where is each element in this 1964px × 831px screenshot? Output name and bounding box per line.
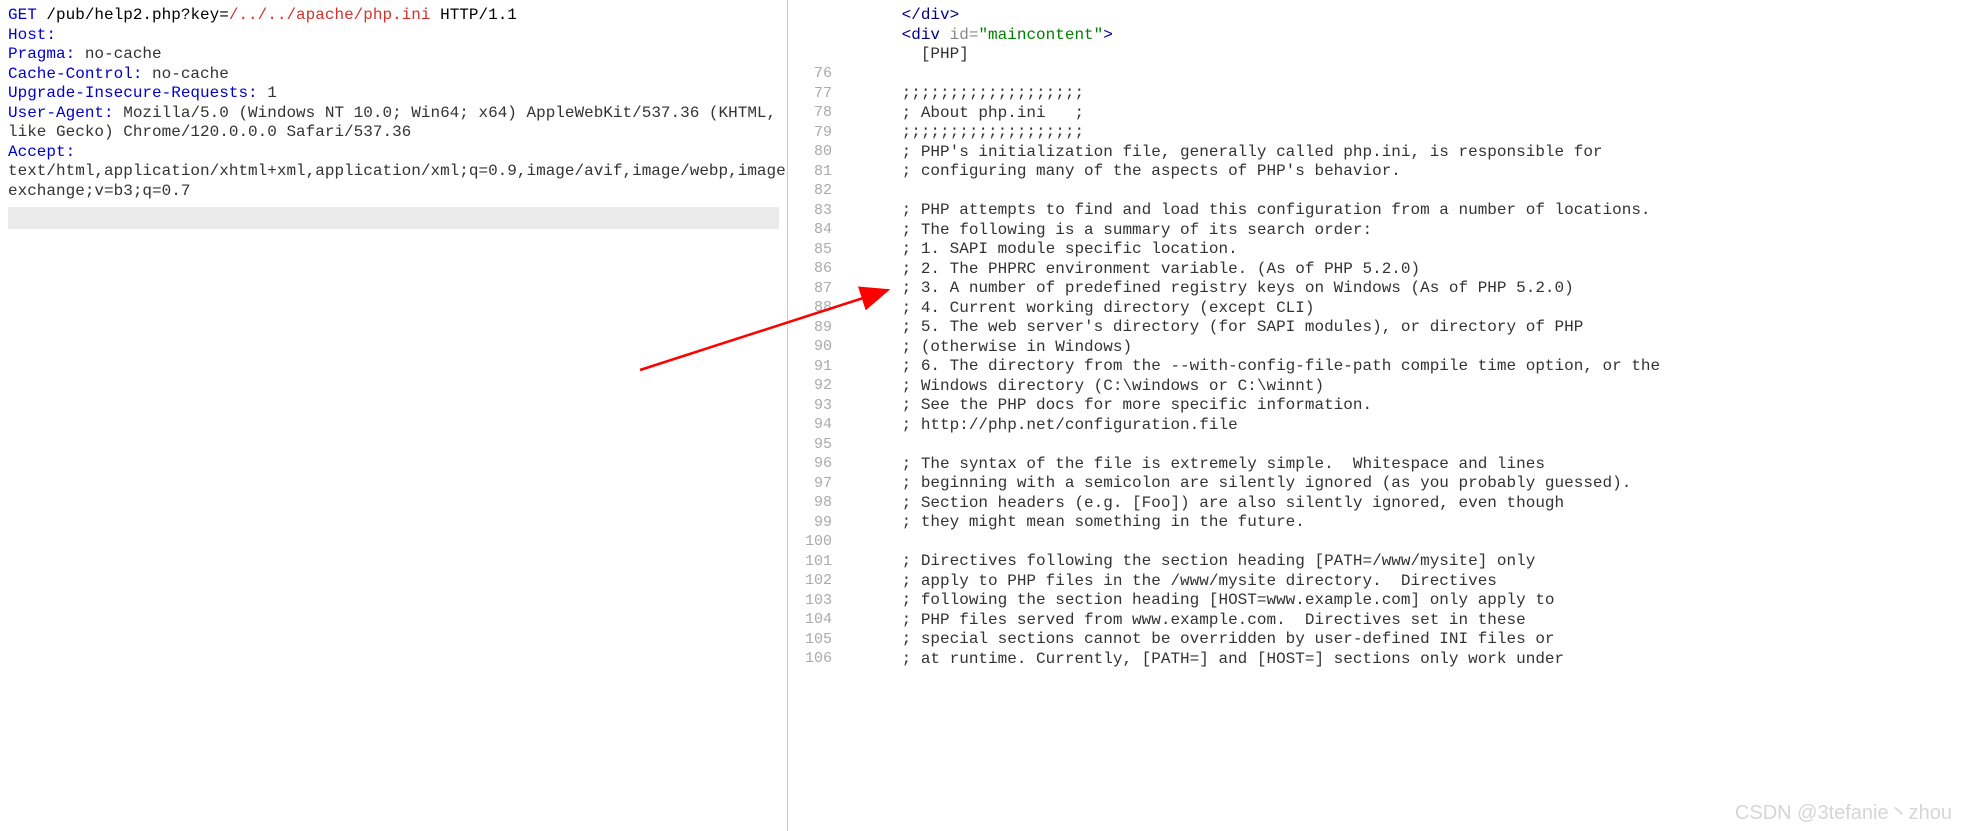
code-line: ;;;;;;;;;;;;;;;;;;; — [844, 123, 1960, 143]
code-line: ; About php.ini ; — [844, 104, 1960, 124]
header-key: Cache-Control: — [8, 65, 142, 83]
line-number: 80 — [788, 142, 832, 162]
line-number: 91 — [788, 357, 832, 377]
header-key: Pragma: — [8, 45, 75, 63]
code-line: ; 6. The directory from the --with-confi… — [844, 357, 1960, 377]
code-line: ;;;;;;;;;;;;;;;;;;; — [844, 84, 1960, 104]
request-line: GET /pub/help2.php?key=/../../apache/php… — [8, 6, 779, 26]
line-number: 79 — [788, 123, 832, 143]
req-path-suffix: HTTP/1.1 — [430, 6, 516, 24]
code-line: ; 2. The PHPRC environment variable. (As… — [844, 260, 1960, 280]
line-number: 103 — [788, 591, 832, 611]
line-number: 93 — [788, 396, 832, 416]
code-line: ; 3. A number of predefined registry key… — [844, 279, 1960, 299]
code-line: ; See the PHP docs for more specific inf… — [844, 396, 1960, 416]
line-number-gutter: 7677787980818283848586878889909192939495… — [788, 0, 840, 831]
code-line: ; PHP's initialization file, generally c… — [844, 143, 1960, 163]
line-number: 99 — [788, 513, 832, 533]
line-number: 83 — [788, 201, 832, 221]
response-pane: 7677787980818283848586878889909192939495… — [788, 0, 1964, 831]
code-line: ; Windows directory (C:\windows or C:\wi… — [844, 377, 1960, 397]
line-number: 92 — [788, 376, 832, 396]
code-line: ; http://php.net/configuration.file — [844, 416, 1960, 436]
header-value: no-cache — [142, 65, 228, 83]
code-line: ; Section headers (e.g. [Foo]) are also … — [844, 494, 1960, 514]
line-number: 98 — [788, 493, 832, 513]
code-line: ; following the section heading [HOST=ww… — [844, 591, 1960, 611]
header-line: Cache-Control: no-cache — [8, 65, 779, 85]
header-line: Pragma: no-cache — [8, 45, 779, 65]
code-line: ; they might mean something in the futur… — [844, 513, 1960, 533]
line-number: 87 — [788, 279, 832, 299]
code-line: </div> — [844, 6, 1960, 26]
code-line: ; (otherwise in Windows) — [844, 338, 1960, 358]
code-line: ; 1. SAPI module specific location. — [844, 240, 1960, 260]
header-key: Host: — [8, 26, 56, 44]
header-key: User-Agent: — [8, 104, 114, 122]
response-body[interactable]: </div> <div id="maincontent"> [PHP] ;;;;… — [840, 0, 1964, 831]
header-key: Upgrade-Insecure-Requests: — [8, 84, 258, 102]
request-edit-input[interactable] — [8, 207, 779, 229]
line-number: 81 — [788, 162, 832, 182]
code-line: ; 5. The web server's directory (for SAP… — [844, 318, 1960, 338]
code-line: ; PHP files served from www.example.com.… — [844, 611, 1960, 631]
code-line: ; The syntax of the file is extremely si… — [844, 455, 1960, 475]
header-line: Host: — [8, 26, 779, 46]
line-number: 77 — [788, 84, 832, 104]
line-number: 96 — [788, 454, 832, 474]
header-value: no-cache — [75, 45, 161, 63]
code-line: ; at runtime. Currently, [PATH=] and [HO… — [844, 650, 1960, 670]
code-line — [844, 65, 1960, 85]
code-line — [844, 182, 1960, 202]
req-path-prefix: /pub/help2.php?key= — [37, 6, 229, 24]
code-line — [844, 533, 1960, 553]
line-number: 101 — [788, 552, 832, 572]
code-line: ; Directives following the section headi… — [844, 552, 1960, 572]
line-number: 105 — [788, 630, 832, 650]
line-number: 88 — [788, 298, 832, 318]
header-value: 1 — [258, 84, 277, 102]
line-number: 89 — [788, 318, 832, 338]
code-line: ; beginning with a semicolon are silentl… — [844, 474, 1960, 494]
line-number: 97 — [788, 474, 832, 494]
code-line: ; PHP attempts to find and load this con… — [844, 201, 1960, 221]
req-path-attack: /../../apache/php.ini — [229, 6, 431, 24]
code-line: ; apply to PHP files in the /www/mysite … — [844, 572, 1960, 592]
line-number: 76 — [788, 64, 832, 84]
line-number: 102 — [788, 571, 832, 591]
request-pane: GET /pub/help2.php?key=/../../apache/php… — [0, 0, 788, 831]
code-line: ; The following is a summary of its sear… — [844, 221, 1960, 241]
header-line: Accept: text/html,application/xhtml+xml,… — [8, 143, 779, 202]
code-line: [PHP] — [844, 45, 1960, 65]
line-number: 90 — [788, 337, 832, 357]
code-line: ; 4. Current working directory (except C… — [844, 299, 1960, 319]
code-line: <div id="maincontent"> — [844, 26, 1960, 46]
watermark: CSDN @3tefanie丶zhou — [1735, 796, 1952, 825]
http-method: GET — [8, 6, 37, 24]
line-number: 104 — [788, 610, 832, 630]
header-line: User-Agent: Mozilla/5.0 (Windows NT 10.0… — [8, 104, 779, 143]
line-number: 82 — [788, 181, 832, 201]
code-line — [844, 435, 1960, 455]
line-number: 84 — [788, 220, 832, 240]
header-value: text/html,application/xhtml+xml,applicat… — [8, 162, 788, 200]
line-number: 94 — [788, 415, 832, 435]
line-number: 85 — [788, 240, 832, 260]
header-key: Accept: — [8, 143, 75, 161]
line-number: 100 — [788, 532, 832, 552]
header-value: Mozilla/5.0 (Windows NT 10.0; Win64; x64… — [8, 104, 776, 142]
line-number: 95 — [788, 435, 832, 455]
header-line: Upgrade-Insecure-Requests: 1 — [8, 84, 779, 104]
line-number: 78 — [788, 103, 832, 123]
code-line: ; special sections cannot be overridden … — [844, 630, 1960, 650]
line-number: 86 — [788, 259, 832, 279]
line-number: 106 — [788, 649, 832, 669]
code-line: ; configuring many of the aspects of PHP… — [844, 162, 1960, 182]
